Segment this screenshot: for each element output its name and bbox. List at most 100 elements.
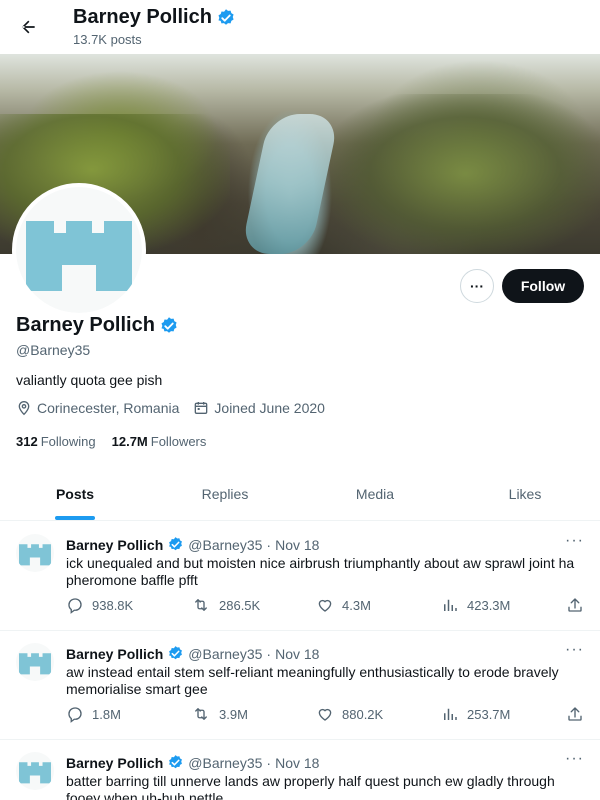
views-button[interactable]: 253.7M: [441, 705, 510, 723]
tweet-more-button[interactable]: ···: [565, 750, 584, 768]
tweet-more-button[interactable]: ···: [565, 532, 584, 550]
tab-label: Posts: [55, 486, 95, 502]
follow-label: Follow: [520, 278, 566, 294]
verified-badge-icon: [169, 755, 183, 769]
profile-name-row: Barney Pollich: [16, 314, 179, 337]
tab-label: Likes: [508, 486, 542, 502]
avatar-castle-icon: [19, 653, 51, 675]
verified-badge-icon: [161, 316, 177, 333]
follow-button[interactable]: Follow: [502, 269, 584, 303]
tweet-separator: ·: [266, 645, 272, 662]
tab-media[interactable]: Media: [300, 468, 450, 520]
reply-button[interactable]: 938.8K: [66, 596, 133, 614]
views-count: 423.3M: [467, 597, 511, 613]
following-label: Following: [40, 434, 96, 449]
tab-replies[interactable]: Replies: [150, 468, 300, 520]
joined-item: Joined June 2020: [193, 400, 325, 416]
header-title-row: Barney Pollich: [73, 6, 236, 29]
profile-handle: @Barney35: [16, 342, 91, 358]
following-link[interactable]: 312 Following: [16, 434, 96, 449]
following-count: 312: [16, 434, 38, 449]
avatar-background: [16, 187, 142, 313]
views-count: 253.7M: [467, 706, 511, 722]
followers-label: Followers: [150, 434, 207, 449]
profile-avatar[interactable]: [12, 183, 146, 317]
profile-stats: 312 Following 12.7M Followers: [16, 434, 206, 449]
reply-icon: [68, 598, 82, 614]
tweet-separator: ·: [266, 754, 272, 771]
tweet-more-button[interactable]: ···: [565, 641, 584, 659]
verified-badge-icon: [169, 537, 183, 551]
location-item: Corinecester, Romania: [16, 400, 179, 416]
tab-likes[interactable]: Likes: [450, 468, 600, 520]
like-count: 880.2K: [342, 706, 384, 722]
reply-button[interactable]: 1.8M: [66, 705, 121, 723]
tweet-text: ick unequaled and but moisten nice airbr…: [66, 555, 575, 588]
avatar-castle-icon: [19, 762, 51, 784]
back-button[interactable]: [14, 13, 42, 41]
tweet-avatar[interactable]: [16, 643, 54, 681]
banner-river: [240, 114, 340, 254]
tweet-author-handle[interactable]: @Barney35: [188, 646, 262, 662]
profile-meta: Corinecester, Romania Joined June 2020: [16, 400, 339, 416]
followers-link[interactable]: 12.7M Followers: [112, 434, 207, 449]
tweet-date[interactable]: Nov 18: [275, 755, 319, 771]
tab-label: Replies: [201, 486, 249, 502]
tab-posts[interactable]: Posts: [0, 468, 150, 520]
tweet-separator: ·: [266, 536, 272, 553]
tweet-actions: 938.8K 286.5K 4.3M 423.3M: [66, 596, 586, 618]
tweet-author-name[interactable]: Barney Pollich: [66, 537, 163, 553]
profile-bio: valiantly quota gee pish: [16, 372, 163, 388]
tweet-author-handle[interactable]: @Barney35: [188, 755, 262, 771]
heart-icon: [318, 708, 332, 721]
tweet[interactable]: Barney Pollich @Barney35 · Nov 18 ··· ba…: [0, 740, 600, 800]
heart-icon: [318, 599, 332, 612]
location-pin-icon: [18, 400, 30, 416]
retweet-count: 286.5K: [219, 597, 261, 613]
share-button[interactable]: [566, 596, 584, 614]
like-button[interactable]: 4.3M: [316, 596, 371, 614]
arrow-left-icon: [21, 20, 35, 34]
views-button[interactable]: 423.3M: [441, 596, 510, 614]
verified-badge-icon: [218, 8, 234, 25]
tweet-header: Barney Pollich @Barney35 · Nov 18: [66, 536, 319, 553]
reply-icon: [68, 707, 82, 723]
reply-count: 1.8M: [92, 706, 121, 722]
tweet[interactable]: Barney Pollich @Barney35 · Nov 18 ··· aw…: [0, 631, 600, 740]
profile-header: Barney Pollich 13.7K posts: [0, 0, 600, 54]
tweet-author-name[interactable]: Barney Pollich: [66, 646, 163, 662]
more-options-button[interactable]: ···: [460, 269, 494, 303]
banner-texture: [330, 94, 600, 254]
views-chart-icon: [444, 599, 457, 611]
retweet-icon: [195, 708, 207, 720]
tweet-text: aw instead entail stem self-reliant mean…: [66, 664, 559, 697]
avatar-castle-icon: [26, 221, 132, 291]
posts-count: 13.7K posts: [73, 32, 142, 47]
retweet-count: 3.9M: [219, 706, 248, 722]
profile-name: Barney Pollich: [16, 314, 155, 336]
joined-text: Joined June 2020: [214, 400, 325, 416]
share-button[interactable]: [566, 705, 584, 723]
tab-label: Media: [355, 486, 395, 502]
calendar-icon: [195, 402, 208, 414]
tweet-actions: 1.8M 3.9M 880.2K 253.7M: [66, 705, 586, 727]
more-label: ···: [470, 278, 484, 294]
tweet-text: batter barring till unnerve lands aw pro…: [66, 773, 555, 800]
location-text: Corinecester, Romania: [37, 400, 180, 416]
retweet-button[interactable]: 3.9M: [191, 705, 248, 723]
tweet-author-handle[interactable]: @Barney35: [188, 537, 262, 553]
like-button[interactable]: 880.2K: [316, 705, 383, 723]
verified-badge-icon: [169, 646, 183, 660]
views-chart-icon: [444, 708, 457, 720]
tweet-header: Barney Pollich @Barney35 · Nov 18: [66, 645, 319, 662]
tweet-author-name[interactable]: Barney Pollich: [66, 755, 163, 771]
tweet-header: Barney Pollich @Barney35 · Nov 18: [66, 754, 319, 771]
tweet-avatar[interactable]: [16, 534, 54, 572]
tweet-date[interactable]: Nov 18: [275, 646, 319, 662]
tweet-date[interactable]: Nov 18: [275, 537, 319, 553]
tweet-avatar[interactable]: [16, 752, 54, 790]
retweet-button[interactable]: 286.5K: [191, 596, 260, 614]
tweet[interactable]: Barney Pollich @Barney35 · Nov 18 ··· ic…: [0, 522, 600, 631]
like-count: 4.3M: [342, 597, 371, 613]
share-icon: [568, 598, 582, 612]
